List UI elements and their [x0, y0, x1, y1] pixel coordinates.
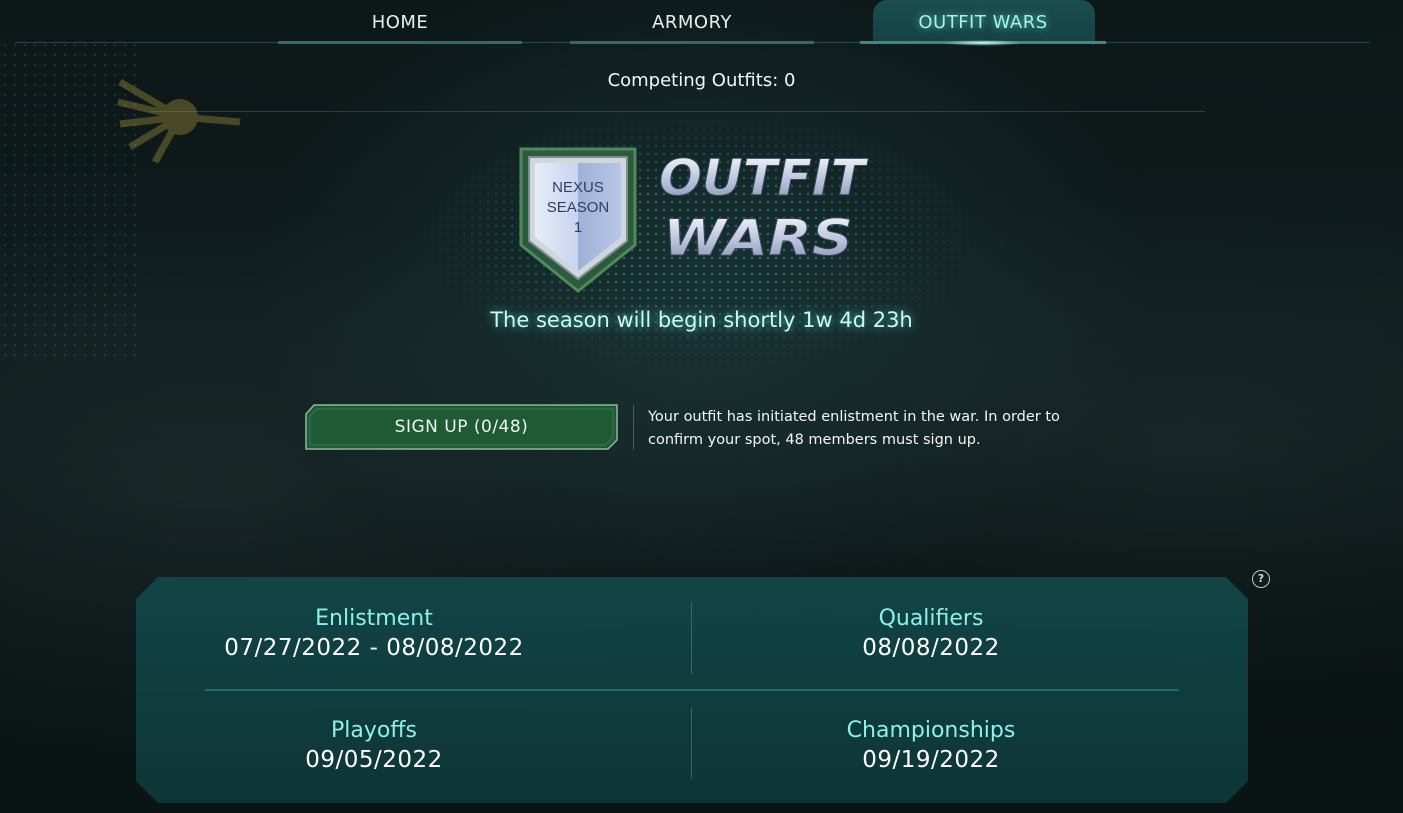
schedule-horizontal-divider — [205, 689, 1179, 691]
tab-home-label: HOME — [371, 11, 429, 33]
schedule-championships: Championships 09/19/2022 — [653, 717, 1209, 775]
wordmark-line-1: OUTFIT — [659, 149, 869, 207]
badge-line-3: 1 — [573, 219, 583, 236]
tab-outfit-wars[interactable]: OUTFIT WARS — [860, 0, 1106, 46]
schedule-championships-date: 09/19/2022 — [862, 747, 1000, 773]
season-schedule-panel: Enlistment 07/27/2022 - 08/08/2022 Quali… — [136, 577, 1248, 803]
tab-armory-underline — [570, 41, 814, 44]
schedule-playoffs-label: Playoffs — [331, 718, 417, 743]
tab-outfit-wars-label: OUTFIT WARS — [918, 11, 1048, 33]
sign-up-button-label: SIGN UP (0/48) — [394, 417, 529, 437]
competing-outfits-count: Competing Outfits: 0 — [607, 70, 796, 91]
header-divider — [150, 111, 1205, 112]
season-countdown: The season will begin shortly 1w 4d 23h — [490, 308, 913, 332]
schedule-playoffs: Playoffs 09/05/2022 — [96, 717, 652, 775]
badge-line-2: SEASON — [546, 199, 610, 216]
tab-home-underline — [278, 41, 522, 44]
schedule-qualifiers: Qualifiers 08/08/2022 — [653, 605, 1209, 663]
badge-line-1: NEXUS — [552, 179, 604, 196]
tab-armory-label: ARMORY — [652, 11, 732, 33]
outfit-wars-wordmark: OUTFIT WARS — [659, 149, 870, 264]
tab-armory[interactable]: ARMORY — [570, 0, 814, 44]
wordmark-line-2: WARS — [663, 209, 853, 263]
schedule-enlistment-label: Enlistment — [315, 606, 433, 631]
badge-text: NEXUS SEASON 1 — [533, 178, 623, 238]
top-navigation: HOME ARMORY OUTFIT WARS — [0, 0, 1403, 46]
tab-home[interactable]: HOME — [278, 0, 522, 44]
signup-divider — [633, 405, 634, 450]
schedule-qualifiers-date: 08/08/2022 — [862, 635, 1000, 661]
schedule-enlistment: Enlistment 07/27/2022 - 08/08/2022 — [96, 605, 652, 663]
sign-up-button[interactable]: SIGN UP (0/48) — [305, 404, 618, 450]
schedule-championships-label: Championships — [846, 718, 1016, 743]
schedule-qualifiers-label: Qualifiers — [878, 606, 984, 631]
question-circle-icon[interactable]: ? — [1252, 570, 1270, 588]
schedule-playoffs-date: 09/05/2022 — [305, 747, 443, 773]
signup-info-text: Your outfit has initiated enlistment in … — [648, 409, 1060, 448]
tab-active-glow — [943, 40, 1023, 46]
schedule-enlistment-date: 07/27/2022 - 08/08/2022 — [224, 635, 524, 661]
